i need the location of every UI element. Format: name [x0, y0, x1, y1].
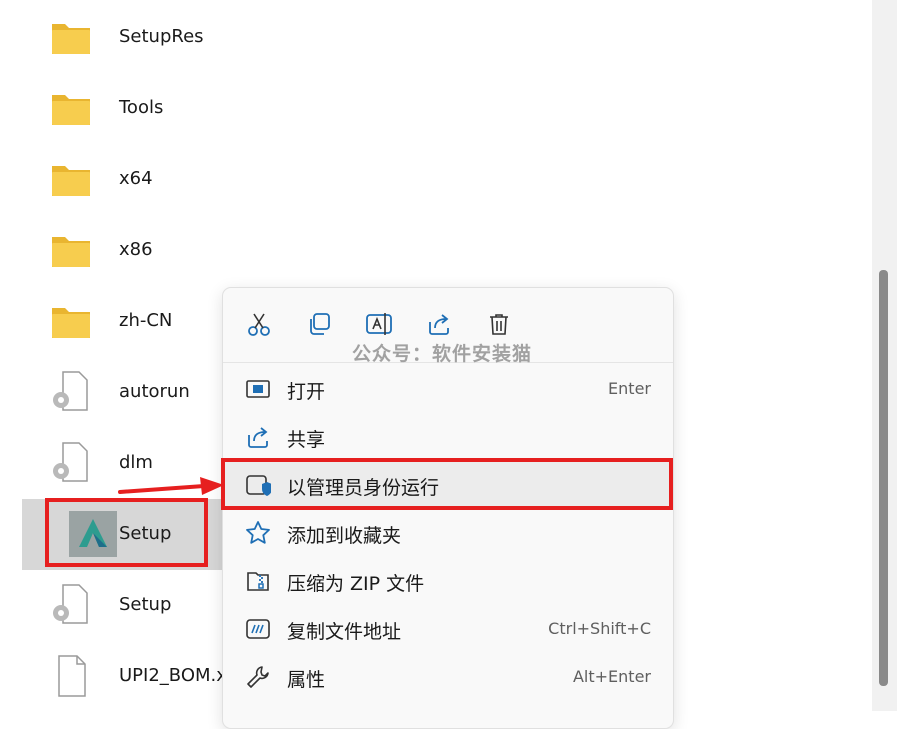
- wrench-icon: [247, 666, 269, 688]
- menu-item-properties[interactable]: 属性 Alt+Enter: [223, 654, 673, 700]
- file-label: Setup: [119, 594, 172, 615]
- settings-file-icon: [53, 442, 88, 482]
- folder-icon: [52, 166, 90, 196]
- cut-button[interactable]: [243, 308, 275, 340]
- menu-item-compress-zip[interactable]: 压缩为 ZIP 文件: [223, 558, 673, 604]
- share-icon: [429, 314, 449, 335]
- file-label: x64: [119, 168, 153, 189]
- menu-item-copy-path[interactable]: 复制文件地址 Ctrl+Shift+C: [223, 606, 673, 652]
- watermark-text: 公众号：软件安装猫: [352, 343, 533, 365]
- file-icon: [58, 655, 86, 697]
- settings-file-icon: [53, 584, 88, 624]
- annotation-box-run-as-admin: [221, 458, 673, 510]
- star-icon: [246, 521, 270, 544]
- menu-item-shortcut: Enter: [608, 379, 651, 398]
- menu-item-label: 添加到收藏夹: [287, 525, 402, 547]
- share-button[interactable]: [423, 308, 455, 340]
- file-label: autorun: [119, 381, 190, 402]
- settings-file-icon: [53, 371, 88, 411]
- open-icon: [246, 380, 270, 398]
- file-label: Tools: [119, 97, 164, 118]
- delete-icon: [490, 314, 508, 335]
- share-icon: [248, 427, 268, 448]
- zip-icon: [247, 572, 269, 591]
- file-label: dlm: [119, 452, 153, 473]
- rename-button[interactable]: [363, 308, 395, 340]
- menu-item-label: 复制文件地址: [287, 621, 402, 643]
- file-label: UPI2_BOM.x: [119, 665, 227, 686]
- menu-item-shortcut: Alt+Enter: [572, 667, 651, 686]
- menu-item-label: 打开: [287, 381, 326, 403]
- file-label: zh-CN: [119, 310, 173, 331]
- menu-item-label: 压缩为 ZIP 文件: [287, 573, 425, 595]
- scrollbar-thumb[interactable]: [879, 270, 888, 686]
- menu-item-add-favorites[interactable]: 添加到收藏夹: [223, 510, 673, 556]
- file-label: SetupRes: [119, 26, 204, 47]
- annotation-box-setup: [45, 498, 208, 567]
- folder-icon: [52, 95, 90, 125]
- delete-button[interactable]: [483, 308, 515, 340]
- menu-item-open[interactable]: 打开 Enter: [223, 366, 673, 412]
- rename-icon: [366, 313, 392, 335]
- cut-icon: [248, 313, 270, 336]
- menu-item-label: 属性: [287, 669, 326, 691]
- menu-item-share[interactable]: 共享: [223, 414, 673, 460]
- copy-button[interactable]: [303, 308, 335, 340]
- file-label: x86: [119, 239, 153, 260]
- menu-item-shortcut: Ctrl+Shift+C: [548, 619, 651, 638]
- menu-item-label: 共享: [287, 429, 326, 451]
- folder-icon: [52, 237, 90, 267]
- annotation-arrow-icon: [118, 477, 224, 495]
- folder-icon: [52, 308, 90, 338]
- copy-icon: [310, 313, 330, 335]
- folder-icon: [52, 24, 90, 54]
- copy-path-icon: [246, 619, 270, 639]
